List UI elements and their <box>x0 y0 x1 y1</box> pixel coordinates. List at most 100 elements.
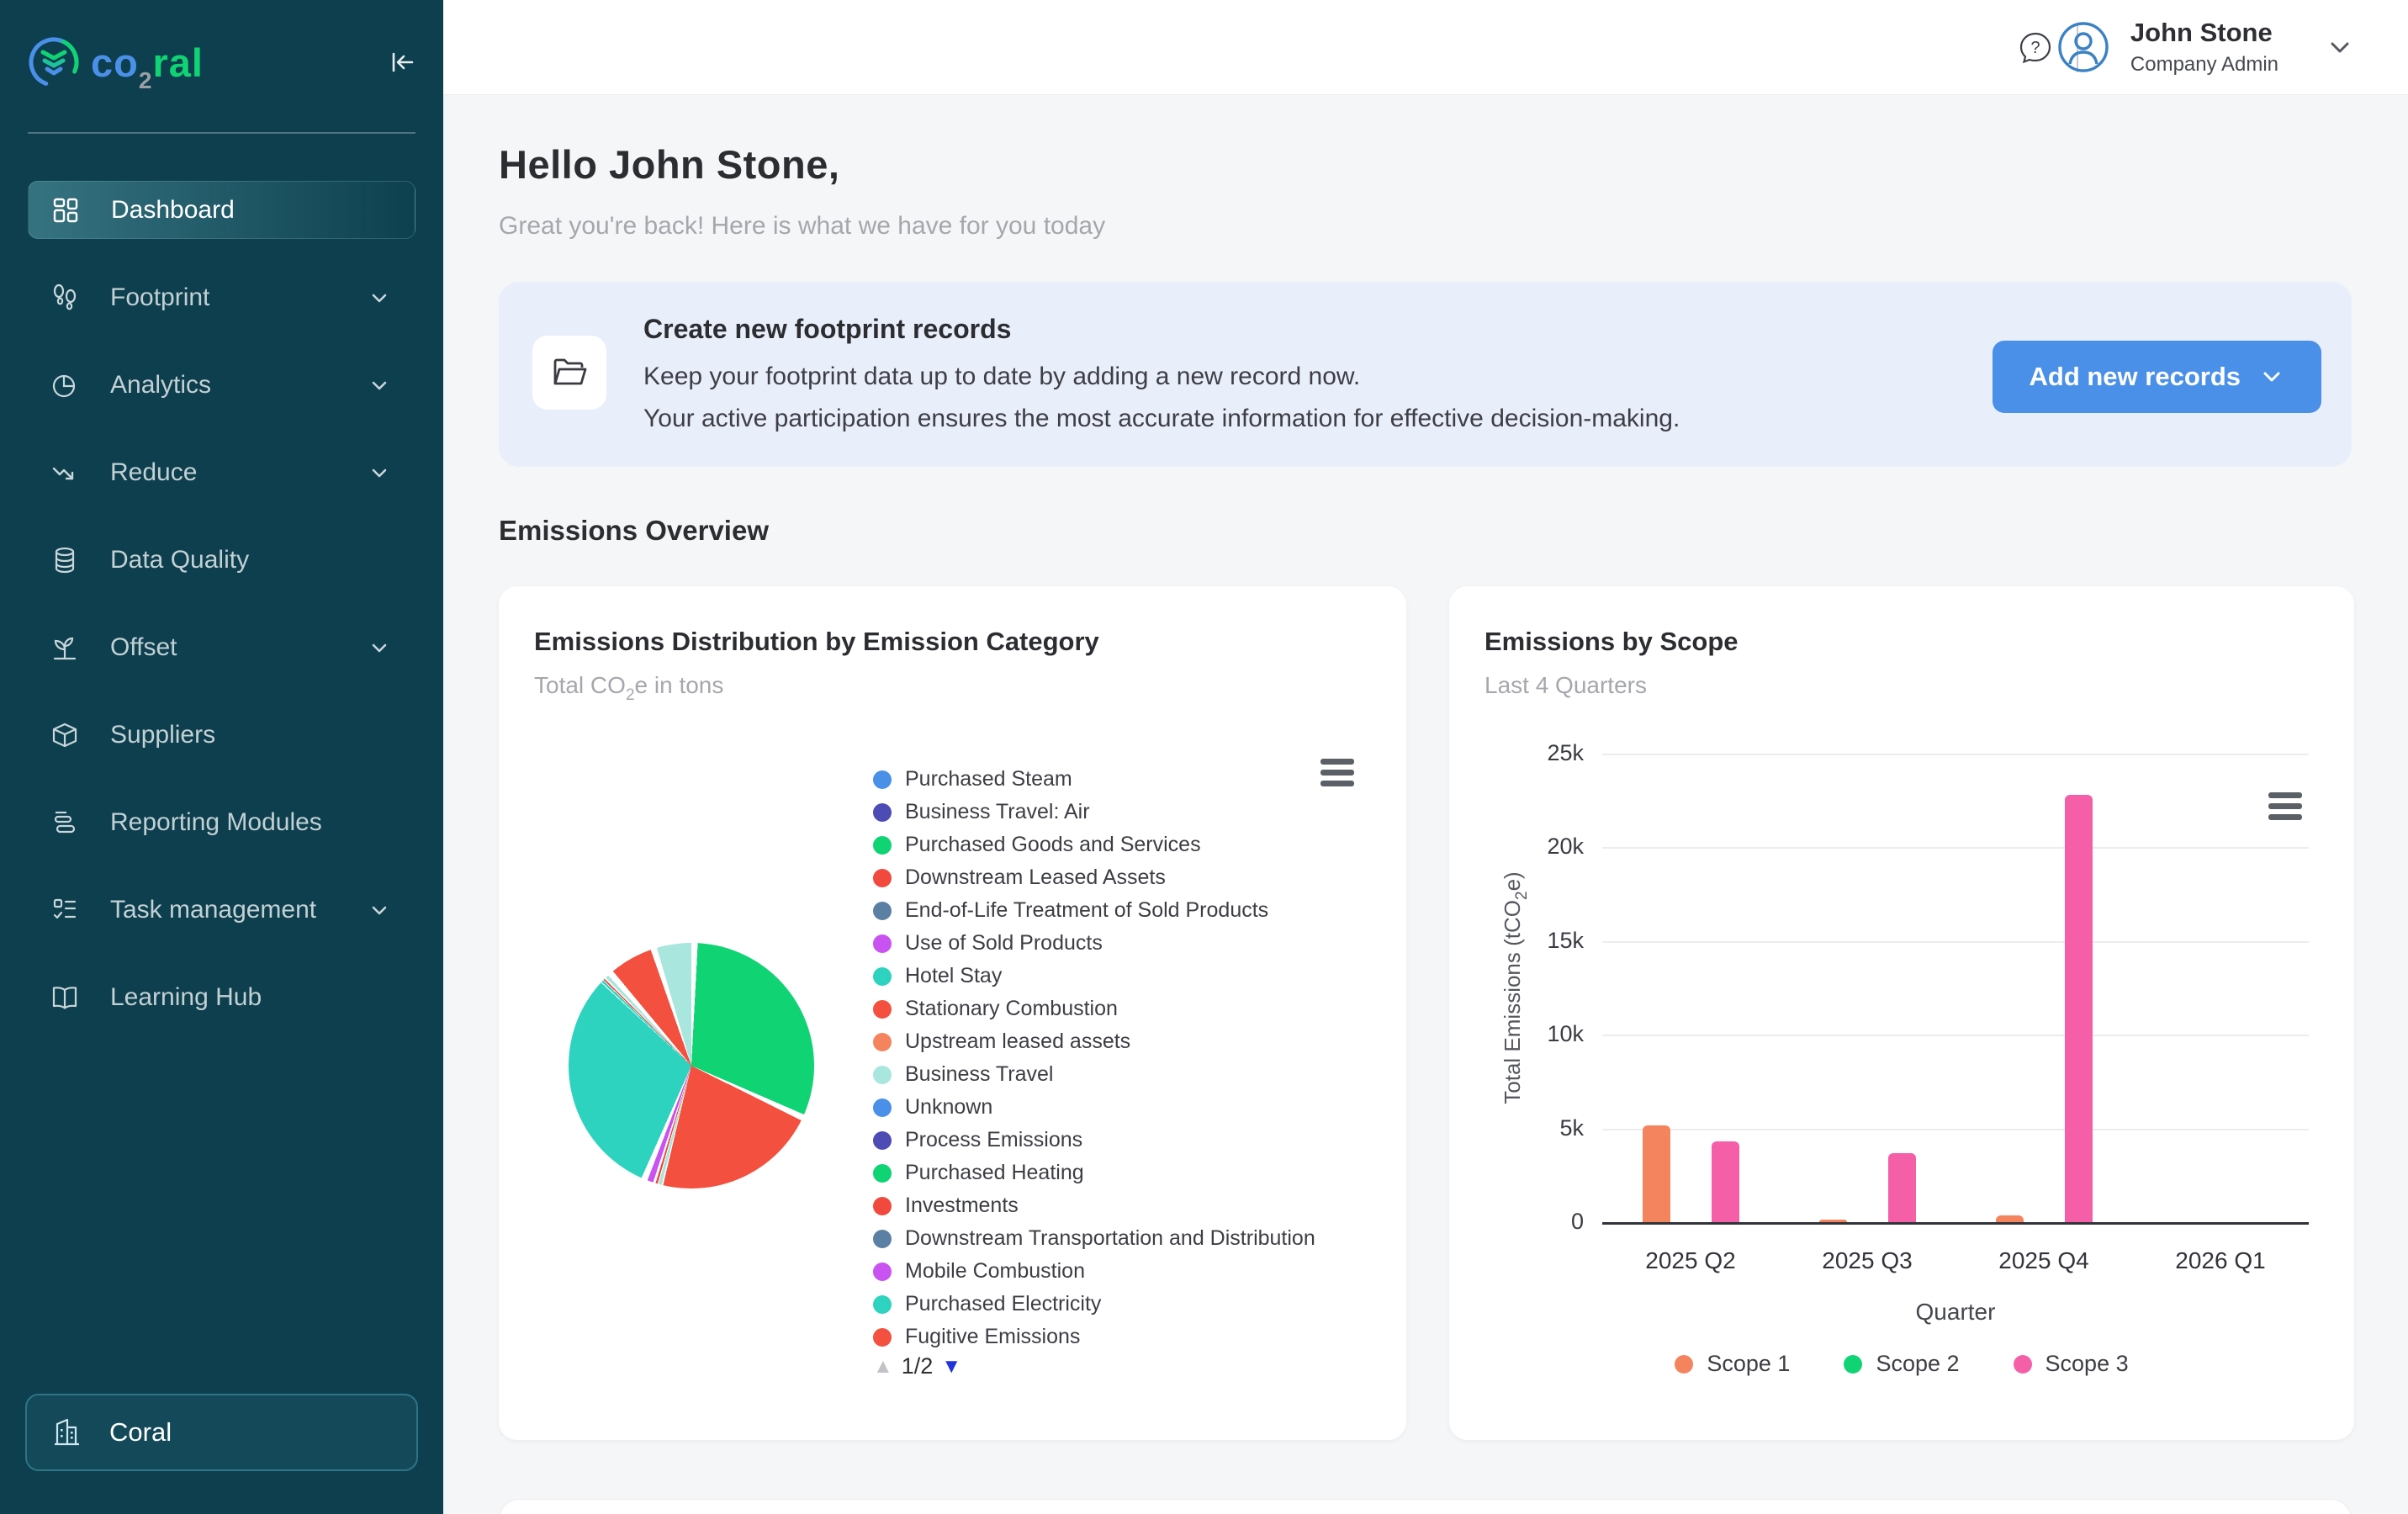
dashboard-grid-icon <box>49 193 82 227</box>
bar-scope-1-2025-q3 <box>1819 1220 1847 1222</box>
legend-dot <box>873 1066 892 1084</box>
legend-dot <box>1675 1355 1693 1374</box>
legend-item[interactable]: Purchased Steam <box>873 763 1315 796</box>
x-axis-labels: 2025 Q22025 Q32025 Q42026 Q1 <box>1602 1247 2309 1274</box>
emissions-scope-card: Emissions by Scope Last 4 Quarters Total… <box>1449 586 2354 1440</box>
sidebar-item-dashboard[interactable]: Dashboard <box>28 181 415 239</box>
sidebar-item-label: Analytics <box>110 371 211 400</box>
sidebar-item-reporting-modules[interactable]: Reporting Modules <box>28 793 415 851</box>
user-role: Company Admin <box>2130 53 2278 77</box>
legend-label: Use of Sold Products <box>905 931 1103 956</box>
bar-scope-1-2025-q4 <box>1996 1215 2024 1222</box>
pie-chart <box>569 943 814 1188</box>
bar-chart: Total Emissions (tCO2e) 2025 Q22025 Q320… <box>1602 754 2309 1222</box>
sidebar-item-reduce[interactable]: Reduce <box>28 443 415 501</box>
sidebar-item-footprint[interactable]: Footprint <box>28 268 415 326</box>
legend-item[interactable]: Hotel Stay <box>873 960 1315 993</box>
topbar: ? John Stone Company Admin <box>443 0 2408 95</box>
legend-label: Purchased Steam <box>905 767 1072 791</box>
legend-item[interactable]: Business Travel <box>873 1058 1315 1091</box>
legend-item[interactable]: Scope 1 <box>1675 1347 1790 1380</box>
legend-item[interactable]: Upstream leased assets <box>873 1025 1315 1058</box>
sidebar-item-data-quality[interactable]: Data Quality <box>28 531 415 589</box>
page-subtitle: Great you're back! Here is what we have … <box>499 212 1105 241</box>
legend-item[interactable]: Purchased Heating <box>873 1157 1315 1189</box>
x-tick-label: 2025 Q3 <box>1779 1247 1956 1274</box>
card-subtitle: Total CO2e in tons <box>534 672 723 699</box>
legend-item[interactable]: Scope 3 <box>2014 1347 2129 1380</box>
legend-dot <box>873 1000 892 1019</box>
building-icon <box>50 1414 87 1451</box>
legend-item[interactable]: Investments <box>873 1189 1315 1222</box>
chevron-down-icon <box>367 285 392 310</box>
sidebar-item-suppliers[interactable]: Suppliers <box>28 706 415 764</box>
legend-item[interactable]: Use of Sold Products <box>873 927 1315 960</box>
sprout-icon <box>48 631 82 664</box>
legend-item[interactable]: Stationary Combustion <box>873 993 1315 1025</box>
chevron-down-icon <box>2322 29 2358 65</box>
legend-item[interactable]: Fugitive Emissions <box>873 1321 1315 1353</box>
legend-page-up-icon[interactable]: ▲ <box>873 1355 893 1379</box>
section-title: Emissions Overview <box>499 515 769 547</box>
legend-label: Downstream Leased Assets <box>905 866 1166 890</box>
legend-label: Stationary Combustion <box>905 997 1118 1021</box>
legend-dot <box>873 1131 892 1150</box>
legend-item[interactable]: End-of-Life Treatment of Sold Products <box>873 894 1315 927</box>
legend-dot <box>873 1230 892 1248</box>
legend-label: Business Travel <box>905 1062 1053 1087</box>
legend-item[interactable]: Purchased Electricity <box>873 1288 1315 1321</box>
gridline <box>1602 754 2309 755</box>
org-switcher[interactable]: Coral <box>25 1394 418 1471</box>
sidebar-item-analytics[interactable]: Analytics <box>28 356 415 414</box>
legend-label: Purchased Heating <box>905 1161 1084 1185</box>
sidebar-item-offset[interactable]: Offset <box>28 618 415 676</box>
legend-item[interactable]: Business Travel: Air <box>873 796 1315 828</box>
bar-scope-3-2025-q4 <box>2065 795 2093 1222</box>
chevron-down-icon <box>367 897 392 923</box>
legend-dot <box>873 902 892 920</box>
chart-menu-icon[interactable] <box>1320 759 1354 786</box>
bar-group <box>1602 1125 1779 1222</box>
banner-title: Create new footprint records <box>643 314 1011 345</box>
bar-scope-3-2025-q2 <box>1712 1141 1739 1222</box>
coral-logo-icon <box>27 35 81 89</box>
x-axis-line <box>1602 1222 2309 1225</box>
legend-item[interactable]: Unknown <box>873 1091 1315 1124</box>
svg-text:?: ? <box>2030 39 2040 57</box>
legend-item[interactable]: Scope 2 <box>1844 1347 1959 1380</box>
card-subtitle: Last 4 Quarters <box>1484 672 1647 699</box>
chevron-down-icon <box>367 460 392 485</box>
user-menu[interactable]: John Stone Company Admin <box>2051 15 2358 79</box>
legend-label: Upstream leased assets <box>905 1030 1130 1054</box>
legend-item[interactable]: Purchased Goods and Services <box>873 828 1315 861</box>
legend-dot <box>873 1033 892 1051</box>
add-new-records-button[interactable]: Add new records <box>1993 341 2322 413</box>
y-tick-label: 0 <box>1483 1209 1584 1235</box>
sidebar-item-learning-hub[interactable]: Learning Hub <box>28 968 415 1026</box>
legend-pagination: ▲ 1/2 ▼ <box>873 1353 961 1379</box>
sidebar: co2ral Dashboard Footprint <box>0 0 443 1514</box>
sidebar-divider <box>28 132 415 134</box>
legend-dot <box>873 803 892 822</box>
y-tick-label: 20k <box>1483 834 1584 860</box>
footprint-icon <box>48 281 82 315</box>
legend-item[interactable]: Process Emissions <box>873 1124 1315 1157</box>
legend-item[interactable]: Downstream Transportation and Distributi… <box>873 1222 1315 1255</box>
legend-dot <box>873 934 892 953</box>
legend-item[interactable]: Downstream Leased Assets <box>873 861 1315 894</box>
main-content: ? John Stone Company Admin Hello John St… <box>443 0 2408 1514</box>
legend-page-down-icon[interactable]: ▼ <box>941 1355 961 1379</box>
y-tick-label: 15k <box>1483 928 1584 954</box>
legend-item[interactable]: Mobile Combustion <box>873 1255 1315 1288</box>
legend-label: Process Emissions <box>905 1128 1082 1152</box>
pie-legend: Purchased SteamBusiness Travel: AirPurch… <box>873 763 1315 1353</box>
sidebar-item-task-management[interactable]: Task management <box>28 881 415 939</box>
open-book-icon <box>48 981 82 1014</box>
sidebar-collapse-icon[interactable] <box>386 45 420 79</box>
sidebar-item-label: Offset <box>110 633 177 662</box>
legend-dot <box>873 967 892 986</box>
help-icon[interactable]: ? <box>2016 29 2055 67</box>
legend-label: Unknown <box>905 1095 992 1120</box>
emissions-category-card: Emissions Distribution by Emission Categ… <box>499 586 1406 1440</box>
user-name: John Stone <box>2130 18 2278 48</box>
